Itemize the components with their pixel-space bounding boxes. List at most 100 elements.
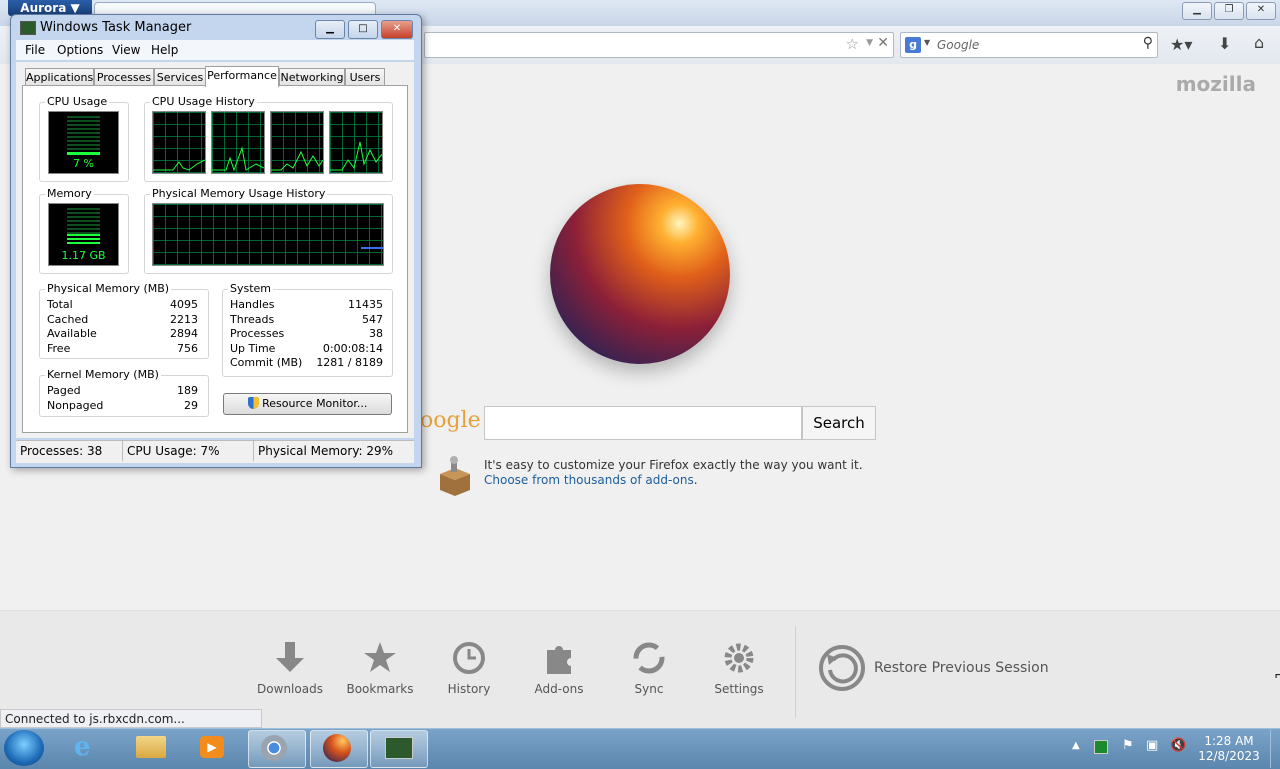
cpu-usage-label: CPU Usage — [45, 95, 110, 108]
menu-help[interactable]: Help — [151, 43, 178, 57]
uac-shield-icon — [247, 397, 259, 409]
launcher-label: Downloads — [257, 682, 323, 696]
sys-handles-value: 11435 — [348, 298, 383, 311]
taskbar-explorer[interactable] — [124, 730, 180, 766]
sys-commit-value: 1281 / 8189 — [316, 356, 383, 369]
status-separator — [253, 441, 254, 461]
task-manager-tray-icon[interactable] — [1094, 740, 1108, 754]
status-memory: Physical Memory: 29% — [258, 444, 394, 458]
stop-icon[interactable]: ✕ — [877, 35, 889, 51]
pm-total-label: Total — [47, 298, 73, 311]
launcher-addons[interactable]: Add-ons — [519, 640, 599, 696]
network-icon[interactable]: ▣ — [1146, 738, 1158, 753]
tab-performance[interactable]: Performance — [205, 66, 279, 87]
launcher-bookmarks[interactable]: Bookmarks — [340, 640, 420, 696]
google-search-button[interactable]: Search — [802, 406, 876, 440]
firefox-icon — [323, 734, 351, 762]
clock-time: 1:28 AM — [1204, 734, 1254, 748]
restore-button[interactable]: ❐ — [1214, 2, 1244, 20]
taskbar-media-player[interactable]: ▶ — [186, 730, 242, 766]
menu-file[interactable]: File — [25, 43, 45, 57]
tm-maximize-button[interactable]: □ — [348, 20, 378, 39]
cpu-usage-value: 7 % — [73, 157, 94, 170]
sys-threads-value: 547 — [362, 313, 383, 326]
search-icon[interactable]: ⚲ — [1143, 35, 1153, 51]
tab-users[interactable]: Users — [345, 68, 385, 86]
memory-meter: 1.17 GB — [48, 203, 119, 266]
sync-icon — [633, 642, 665, 674]
memory-label: Memory — [45, 187, 94, 200]
chrome-icon — [261, 735, 287, 761]
ie-icon: e — [74, 732, 91, 762]
task-manager-icon — [385, 737, 413, 759]
google-engine-icon[interactable]: g — [905, 37, 921, 53]
close-button[interactable]: ✕ — [1246, 2, 1276, 20]
sys-handles-label: Handles — [230, 298, 275, 311]
launcher-label: Settings — [714, 682, 764, 696]
tm-close-button[interactable]: ✕ — [381, 20, 413, 39]
launcher-sync[interactable]: Sync — [609, 640, 689, 696]
pm-free-value: 756 — [177, 342, 198, 355]
bookmark-star-icon[interactable]: ☆ — [846, 35, 859, 53]
show-desktop-button[interactable] — [1270, 730, 1280, 768]
addon-link[interactable]: Choose from thousands of add-ons — [484, 473, 694, 487]
taskbar-chrome[interactable] — [248, 730, 306, 768]
start-button[interactable] — [4, 730, 44, 766]
search-placeholder: Google — [937, 38, 980, 52]
addon-promo: It's easy to customize your Firefox exac… — [484, 458, 863, 487]
show-hidden-icons-icon[interactable]: ▲ — [1072, 740, 1080, 751]
kernel-memory-title: Kernel Memory (MB) — [45, 368, 161, 381]
home-icon[interactable]: ⌂ — [1254, 33, 1264, 52]
menu-view[interactable]: View — [112, 43, 140, 57]
firefox-globe-logo — [550, 184, 730, 364]
engine-dropdown-icon[interactable]: ▼ — [924, 38, 930, 47]
launcher-divider — [795, 626, 796, 718]
volume-muted-icon[interactable]: 🔇 — [1170, 738, 1186, 753]
taskbar-clock[interactable]: 1:28 AM 12/8/2023 — [1196, 734, 1262, 764]
bookmarks-menu-icon[interactable]: ★▾ — [1170, 35, 1192, 54]
tab-applications[interactable]: Applications — [25, 68, 94, 86]
addon-promo-text: It's easy to customize your Firefox exac… — [484, 458, 863, 472]
minimize-button[interactable]: ▁ — [1182, 2, 1212, 20]
sys-processes-value: 38 — [369, 327, 383, 340]
launcher-label: Bookmarks — [346, 682, 414, 696]
google-logo: oogle — [420, 408, 481, 433]
download-arrow-icon[interactable]: ⬇ — [1218, 34, 1231, 53]
action-center-icon[interactable]: ⚑ — [1122, 738, 1134, 753]
launcher-label: History — [447, 682, 491, 696]
tab-services[interactable]: Services — [154, 68, 206, 86]
memory-history-graph — [152, 203, 384, 266]
url-bar[interactable]: ☆ ▼ ✕ — [424, 32, 894, 58]
google-search-input[interactable] — [484, 406, 802, 440]
km-paged-label: Paged — [47, 384, 81, 397]
tab-networking[interactable]: Networking — [279, 68, 345, 86]
taskbar-firefox[interactable] — [310, 730, 368, 768]
addon-box-icon — [438, 456, 472, 496]
media-player-icon: ▶ — [200, 736, 224, 758]
task-manager-title-icon — [20, 21, 36, 35]
pm-cached-value: 2213 — [170, 313, 198, 326]
restore-session-button[interactable]: Restore Previous Session — [818, 644, 1078, 694]
download-icon — [276, 642, 304, 672]
launcher-settings[interactable]: Settings — [699, 640, 779, 696]
pm-cached-label: Cached — [47, 313, 89, 326]
cpu-history-graph-core-4 — [329, 111, 383, 174]
tm-minimize-button[interactable]: ▁ — [315, 20, 345, 39]
tab-processes[interactable]: Processes — [94, 68, 154, 86]
menu-options[interactable]: Options — [57, 43, 103, 57]
restore-session-label: Restore Previous Session — [874, 660, 1049, 676]
km-nonpaged-label: Nonpaged — [47, 399, 104, 412]
sys-uptime-label: Up Time — [230, 342, 276, 355]
pm-total-value: 4095 — [170, 298, 198, 311]
resource-monitor-button[interactable]: Resource Monitor... — [223, 393, 392, 415]
sys-processes-label: Processes — [230, 327, 285, 340]
launcher-downloads[interactable]: Downloads — [250, 640, 330, 696]
memory-value: 1.17 GB — [61, 249, 106, 262]
launcher-history[interactable]: History — [429, 640, 509, 696]
taskbar-internet-explorer[interactable]: e — [62, 730, 118, 766]
history-dropdown-icon[interactable]: ▼ — [866, 38, 873, 48]
gear-icon — [724, 643, 754, 673]
cpu-history-graph-core-1 — [152, 111, 206, 174]
search-bar[interactable]: g ▼ Google ⚲ — [900, 32, 1158, 58]
taskbar-task-manager[interactable] — [370, 730, 428, 768]
